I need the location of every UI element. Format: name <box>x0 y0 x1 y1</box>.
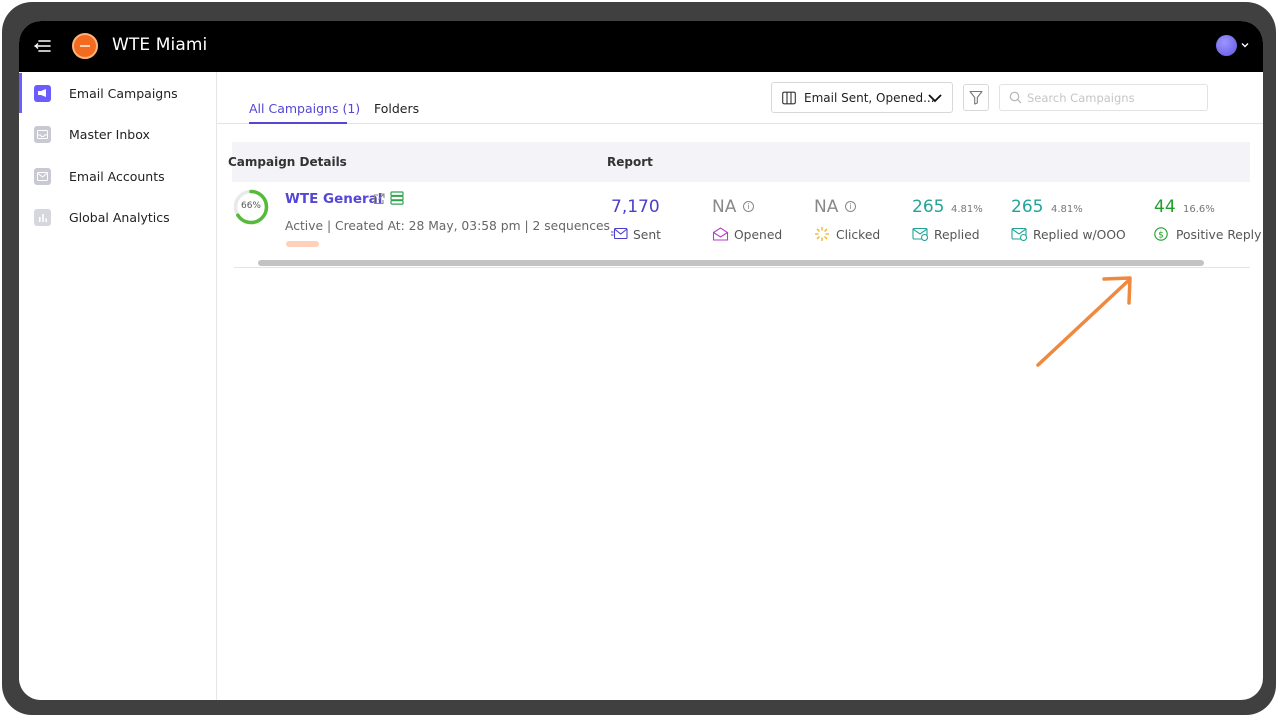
device-frame: WTE Miami Email Campaigns Master Inbox E… <box>2 2 1276 715</box>
metric-value: 265 <box>1011 197 1044 217</box>
external-link-icon[interactable] <box>373 193 385 205</box>
server-icon[interactable] <box>390 191 404 205</box>
mail-icon <box>34 167 51 185</box>
annotation-arrow-icon <box>1036 276 1132 367</box>
info-icon[interactable]: i <box>845 201 856 212</box>
columns-dropdown[interactable]: Email Sent, Opened... <box>771 82 953 113</box>
metric-value: 44 <box>1154 197 1176 217</box>
campaign-tag <box>286 241 319 247</box>
app-screen: WTE Miami Email Campaigns Master Inbox E… <box>19 21 1263 700</box>
sidebar-item-global-analytics[interactable]: Global Analytics <box>19 197 217 237</box>
user-avatar[interactable] <box>1216 35 1237 56</box>
sidebar-item-email-accounts[interactable]: Email Accounts <box>19 156 217 196</box>
app-title: WTE Miami <box>112 35 208 55</box>
filter-button[interactable] <box>963 84 989 111</box>
sidebar-item-email-campaigns[interactable]: Email Campaigns <box>19 73 217 113</box>
metric-percent: 16.6% <box>1183 204 1215 215</box>
search-box <box>999 84 1208 111</box>
metric-percent: 4.81% <box>1051 204 1083 215</box>
reply-ooo-icon <box>1011 227 1028 241</box>
metric-value: 265 <box>912 197 945 217</box>
dollar-icon: $ <box>1154 227 1168 241</box>
columns-icon <box>782 91 796 105</box>
top-bar: WTE Miami <box>19 21 1263 72</box>
info-icon[interactable]: i <box>743 201 754 212</box>
table-header: Campaign Details Report <box>228 142 1250 182</box>
metric-label: Replied <box>934 228 980 242</box>
metric-value: 7,170 <box>611 197 660 217</box>
brand-logo <box>72 33 98 59</box>
envelope-open-icon <box>712 227 729 241</box>
bar-chart-icon <box>34 208 51 226</box>
tab-all-campaigns[interactable]: All Campaigns (1) <box>249 101 360 116</box>
metric-percent: 4.81% <box>951 204 983 215</box>
metric-label: Positive Reply <box>1176 228 1262 242</box>
chevron-down-icon <box>928 94 942 103</box>
inbox-icon <box>34 125 51 143</box>
menu-collapse-icon[interactable] <box>33 36 53 56</box>
metric-label: Sent <box>633 228 661 242</box>
horizontal-scrollbar[interactable] <box>234 257 1250 268</box>
filter-icon <box>969 90 983 105</box>
column-header-campaign-details[interactable]: Campaign Details <box>228 155 347 169</box>
tab-folders[interactable]: Folders <box>374 101 419 116</box>
click-icon <box>815 227 829 241</box>
columns-dropdown-value: Email Sent, Opened... <box>804 91 935 105</box>
search-input[interactable] <box>1027 89 1202 107</box>
table-row[interactable]: 66% WTE General Active | Created At: 28 … <box>232 182 1261 257</box>
reply-icon <box>912 227 929 241</box>
metric-label: Opened <box>734 228 783 242</box>
sidebar-item-label: Global Analytics <box>69 209 170 225</box>
sidebar-item-label: Master Inbox <box>69 126 150 142</box>
svg-text:$: $ <box>1158 230 1164 240</box>
search-icon <box>1009 91 1022 104</box>
chevron-down-icon[interactable] <box>1240 40 1250 50</box>
sidebar-item-label: Email Campaigns <box>69 85 178 101</box>
send-icon <box>611 227 628 240</box>
sidebar: Email Campaigns Master Inbox Email Accou… <box>19 72 217 700</box>
metric-value: NA <box>712 197 737 217</box>
sidebar-item-master-inbox[interactable]: Master Inbox <box>19 114 217 154</box>
metric-value: NA <box>814 197 839 217</box>
progress-label: 66% <box>240 201 261 211</box>
metric-label: Clicked <box>836 228 881 242</box>
campaign-meta: Active | Created At: 28 May, 03:58 pm | … <box>285 219 610 233</box>
campaign-name-link[interactable]: WTE General <box>285 191 382 207</box>
metric-label: Replied w/OOO <box>1033 228 1126 242</box>
megaphone-icon <box>34 84 51 102</box>
column-header-report[interactable]: Report <box>607 155 653 169</box>
sidebar-item-label: Email Accounts <box>69 168 165 184</box>
active-tab-indicator <box>249 122 347 124</box>
scrollbar-thumb[interactable] <box>258 260 1204 266</box>
